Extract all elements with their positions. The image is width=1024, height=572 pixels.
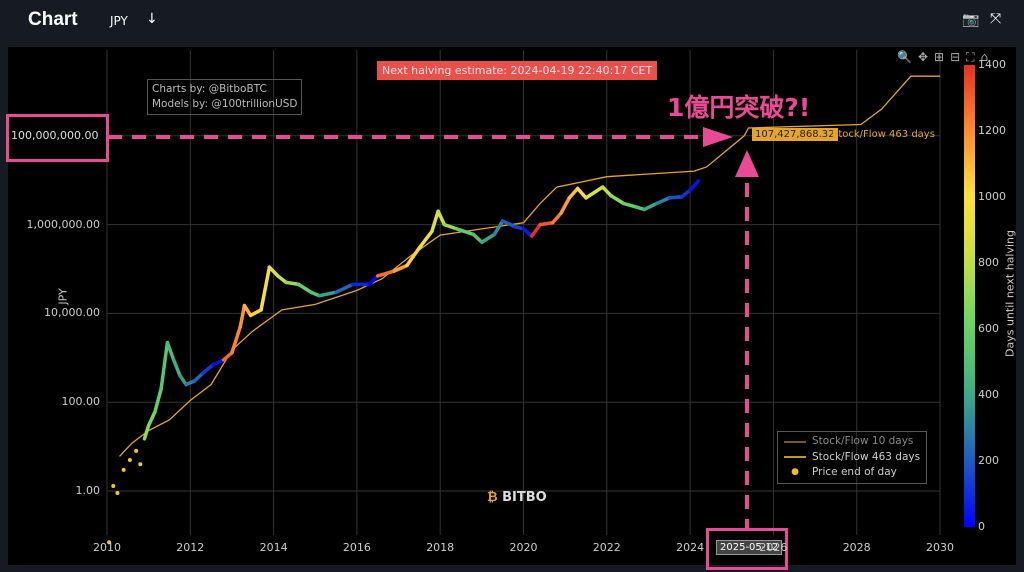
highlight-value-box: 100,000,000.00 <box>6 114 109 162</box>
price-segment <box>655 196 672 206</box>
x-tick-label: 2012 <box>176 541 205 554</box>
colorbar-title: Days until next halving <box>1003 230 1017 357</box>
price-segment <box>530 222 542 238</box>
price-segment <box>165 340 176 362</box>
price-segment <box>688 179 701 192</box>
annotation-arrow-right <box>703 127 733 147</box>
price-segment <box>159 340 170 391</box>
credit-charts: Charts by: @BitboBTC <box>152 83 267 95</box>
price-segment <box>584 185 605 200</box>
y-axis-title: JPY <box>56 288 70 305</box>
annotation-headline: 1億円突破?! <box>667 93 811 122</box>
price-segment <box>153 387 163 414</box>
price-segment <box>480 232 497 245</box>
bitbo-logo: ₿ BITBO <box>487 490 547 505</box>
x-tick-label: 2018 <box>426 541 455 554</box>
x-tick-label: 2016 <box>342 541 371 554</box>
legend-item-sf463[interactable]: Stock/Flow 463 days <box>784 450 920 466</box>
x-tick-label: 2028 <box>842 541 871 554</box>
price-point <box>121 467 126 472</box>
price-segment <box>334 282 355 294</box>
legend: Stock/Flow 10 days Stock/Flow 463 days ●… <box>777 431 928 484</box>
annotation-arrow-up <box>735 150 759 177</box>
price-segment <box>201 362 215 375</box>
price-point <box>134 448 139 453</box>
price-segment <box>642 201 659 212</box>
price-segment <box>436 209 447 227</box>
colorbar-tick-label: 1400 <box>978 58 1006 71</box>
colorbar-tick-label: 600 <box>978 322 999 335</box>
legend-label: Price end of day <box>812 466 897 478</box>
price-segment <box>136 451 140 464</box>
price-segment <box>140 439 144 464</box>
colorbar <box>964 65 975 527</box>
price-segment <box>317 290 338 298</box>
colorbar-tick-label: 1200 <box>978 124 1006 137</box>
y-tick-label: 10,000.00 <box>44 306 100 320</box>
price-segment <box>430 209 440 234</box>
price-point <box>111 483 116 488</box>
legend-item-sf10[interactable]: Stock/Flow 10 days <box>784 434 920 450</box>
zoom-out-icon[interactable]: ⊟ <box>950 50 966 64</box>
price-segment <box>375 269 397 278</box>
price-segment <box>567 186 580 200</box>
y-tick-label: 100.00 <box>61 395 101 409</box>
legend-label: Stock/Flow 463 days <box>812 450 921 463</box>
price-segment <box>538 221 555 227</box>
price-segment <box>442 222 459 231</box>
price-segment <box>171 358 182 378</box>
legend-line-swatch <box>784 440 806 443</box>
legend-line-swatch <box>784 456 806 459</box>
zoom-icon[interactable]: 🔍 <box>897 50 918 64</box>
price-segment <box>296 282 313 294</box>
x-tick-label: 2022 <box>592 541 621 554</box>
y-tick-label: 1,000,000.00 <box>26 217 100 231</box>
price-segment <box>248 308 263 318</box>
hover-series-label: Stock/Flow 463 days <box>832 129 935 140</box>
colorbar-tick-label: 800 <box>978 256 999 269</box>
price-segment <box>575 186 588 200</box>
colorbar-tick-label: 1000 <box>978 190 1006 203</box>
price-segment <box>284 280 301 287</box>
price-segment <box>238 303 247 329</box>
price-segment <box>492 219 505 237</box>
colorbar-tick-label: 200 <box>978 454 999 467</box>
pan-icon[interactable]: ✥ <box>918 50 934 64</box>
credit-models: Models by: @100trillionUSD <box>152 98 298 110</box>
highlight-value: 100,000,000.00 <box>11 129 99 142</box>
legend-dot-swatch: ● <box>791 467 799 477</box>
price-segment <box>117 470 123 493</box>
price-segment <box>230 325 243 355</box>
price-point <box>138 462 143 467</box>
zoom-in-icon[interactable]: ⊞ <box>934 50 950 64</box>
colorbar-tick-label: 0 <box>978 520 985 533</box>
legend-label: Stock/Flow 10 days <box>812 435 914 447</box>
x-tick-label: 2020 <box>509 541 538 554</box>
price-segment <box>142 423 151 441</box>
price-segment <box>559 196 572 216</box>
logo-text: BITBO <box>502 490 547 505</box>
price-point <box>127 457 132 462</box>
price-segment <box>621 201 638 209</box>
halving-banner: Next halving estimate: 2024-04-19 22:40:… <box>377 61 658 80</box>
legend-item-price[interactable]: ● Price end of day <box>784 465 920 481</box>
x-tick-label: 2024 <box>676 541 705 554</box>
price-segment <box>550 211 563 225</box>
x-tick-label: 2026 <box>759 541 788 554</box>
colorbar-tick-label: 400 <box>978 388 999 401</box>
price-segment <box>146 410 157 428</box>
x-tick-label: 2014 <box>259 541 288 554</box>
hover-value-tag: 107,427,868.32 <box>752 128 838 141</box>
price-segment <box>667 195 684 200</box>
price-segment <box>109 486 113 542</box>
y-tick-label: 1.00 <box>75 484 101 497</box>
price-segment <box>609 193 626 206</box>
price-segment <box>392 263 409 273</box>
price-point <box>115 491 120 496</box>
x-tick-label: 2010 <box>93 541 121 554</box>
x-tick-label: 2030 <box>926 541 954 554</box>
credits-box: Charts by: @BitboBTC Models by: @100trill… <box>147 79 303 115</box>
price-segment <box>259 265 272 312</box>
